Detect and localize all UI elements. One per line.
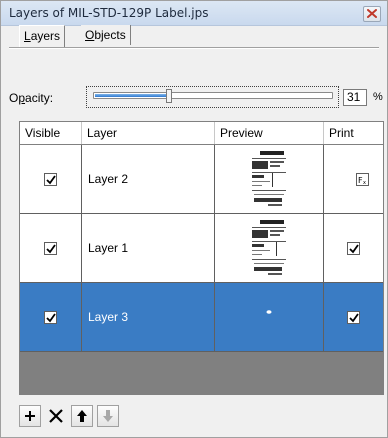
table-row-selected[interactable]: Layer 3 xyxy=(20,283,383,352)
print-checkbox[interactable] xyxy=(347,242,360,255)
opacity-label-pre: O xyxy=(9,91,19,105)
layer-name: Layer 3 xyxy=(82,283,215,351)
tab-objects-mnemonic: O xyxy=(85,28,95,42)
delete-layer-button[interactable] xyxy=(45,405,67,427)
layer-preview xyxy=(215,283,324,351)
print-cell: Fx xyxy=(324,145,383,213)
visible-cell xyxy=(20,145,82,213)
tab-divider xyxy=(9,47,379,49)
layer-preview xyxy=(215,214,324,282)
tab-layers[interactable]: Layers xyxy=(19,25,66,47)
add-layer-button[interactable] xyxy=(19,405,41,427)
opacity-slider-track[interactable] xyxy=(93,92,333,99)
column-header-layer[interactable]: Layer xyxy=(82,122,215,144)
opacity-row: Opacity: 31 % xyxy=(1,86,388,110)
label-preview-thumbnail xyxy=(248,149,290,209)
opacity-slider[interactable] xyxy=(86,86,339,108)
opacity-unit: % xyxy=(373,91,383,103)
layers-grid: Visible Layer Preview Print Layer 2 F x … xyxy=(19,121,384,395)
table-row[interactable]: Layer 2 F x xyxy=(20,145,383,214)
layer-name: Layer 2 xyxy=(82,145,215,213)
print-checkbox[interactable] xyxy=(347,311,360,324)
table-row[interactable]: Layer 1 xyxy=(20,214,383,283)
tab-layers-label: ayers xyxy=(30,29,61,43)
column-header-print[interactable]: Print xyxy=(324,122,383,144)
label-preview-thumbnail xyxy=(248,218,290,278)
tab-objects-label: bjects xyxy=(94,28,126,42)
opacity-slider-thumb[interactable] xyxy=(166,89,172,103)
layers-window: Layers of MIL-STD-129P Label.jps Layers … xyxy=(0,0,388,438)
visible-cell xyxy=(20,214,82,282)
delete-x-icon xyxy=(49,409,63,423)
svg-text:x: x xyxy=(363,180,366,185)
opacity-label-post: acity: xyxy=(25,91,54,105)
check-icon xyxy=(46,313,56,323)
check-icon xyxy=(46,175,56,185)
grid-header: Visible Layer Preview Print xyxy=(20,122,383,145)
close-icon xyxy=(367,9,377,18)
move-layer-up-button[interactable] xyxy=(71,405,93,427)
opacity-value-field[interactable]: 31 xyxy=(343,89,367,106)
tab-objects[interactable]: Objects xyxy=(81,25,131,45)
check-icon xyxy=(349,313,359,323)
layer-preview xyxy=(215,145,324,213)
print-fx-checkbox[interactable]: Fx xyxy=(356,173,369,186)
tab-layers-mnemonic: L xyxy=(24,29,31,43)
opacity-slider-fill xyxy=(95,94,168,97)
opacity-label: Opacity: xyxy=(9,91,53,105)
check-icon xyxy=(46,244,56,254)
move-layer-down-button[interactable] xyxy=(97,405,119,427)
visible-checkbox[interactable] xyxy=(44,311,57,324)
visible-checkbox[interactable] xyxy=(44,242,57,255)
plus-icon xyxy=(25,411,35,421)
column-header-visible[interactable]: Visible xyxy=(20,122,82,144)
arrow-down-icon xyxy=(103,410,113,422)
close-button[interactable] xyxy=(363,6,381,22)
print-cell xyxy=(324,283,383,351)
window-title: Layers of MIL-STD-129P Label.jps xyxy=(9,6,209,20)
layer-name: Layer 1 xyxy=(82,214,215,282)
fx-icon: Fx xyxy=(358,176,366,186)
print-cell xyxy=(324,214,383,282)
check-icon xyxy=(349,244,359,254)
visible-checkbox[interactable] xyxy=(44,173,57,186)
title-bar[interactable]: Layers of MIL-STD-129P Label.jps xyxy=(1,1,387,26)
arrow-up-icon xyxy=(77,410,87,422)
visible-cell xyxy=(20,283,82,351)
layer-preview-dot xyxy=(266,310,272,314)
column-header-preview[interactable]: Preview xyxy=(215,122,324,144)
